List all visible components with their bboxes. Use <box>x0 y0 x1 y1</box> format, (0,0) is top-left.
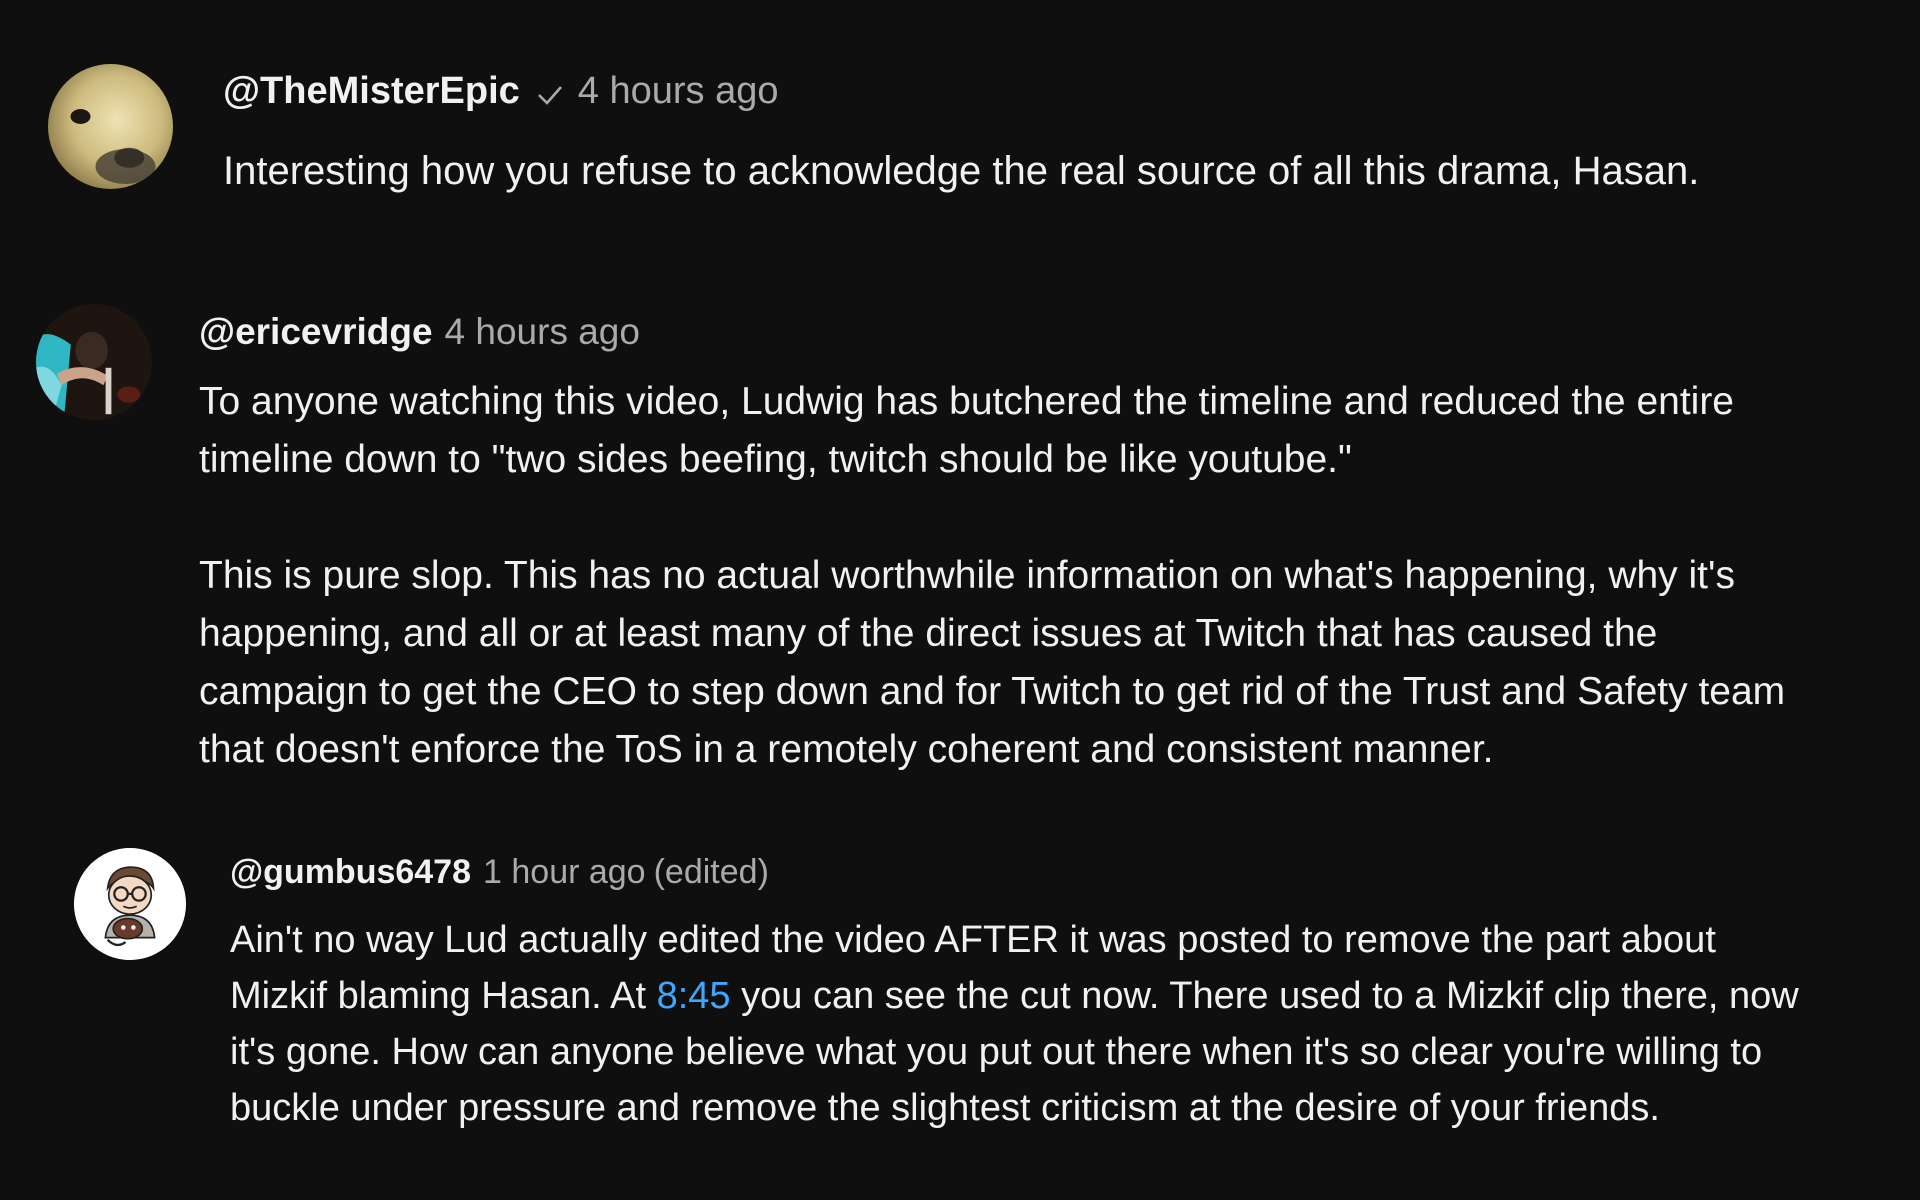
comment-header: @ericevridge 4 hours ago <box>199 311 640 353</box>
comment-text-line: To anyone watching this video, Ludwig ha… <box>199 380 1734 423</box>
comment-text-line: Interesting how you refuse to acknowledg… <box>223 149 1700 193</box>
comment-author[interactable]: @TheMisterEpic <box>223 70 520 113</box>
comment-text-segment: you can see the cut now. There used to a… <box>730 975 1799 1017</box>
comment-text-line: that doesn't enforce the ToS in a remote… <box>199 728 1494 771</box>
verified-check-icon <box>536 73 564 116</box>
comment-paragraph: This is pure slop. This has no actual wo… <box>199 547 1879 779</box>
comment-paragraph: To anyone watching this video, Ludwig ha… <box>199 373 1879 489</box>
comment-header: @TheMisterEpic 4 hours ago <box>223 70 779 113</box>
avatar-cartoon-icon <box>74 848 186 960</box>
comment-header: @gumbus6478 1 hour ago (edited) <box>230 853 769 892</box>
comment-text-line: This is pure slop. This has no actual wo… <box>199 554 1735 597</box>
comment-paragraph: Ain't no way Lud actually edited the vid… <box>230 912 1880 1136</box>
avatar[interactable] <box>48 64 173 189</box>
comment-text-line: campaign to get the CEO to step down and… <box>199 670 1786 713</box>
comment-time[interactable]: 4 hours ago <box>578 70 779 113</box>
comment-text-line: Ain't no way Lud actually edited the vid… <box>230 919 1716 961</box>
avatar[interactable] <box>74 848 186 960</box>
comment-time[interactable]: 1 hour ago <box>483 853 646 892</box>
avatar-dog-photo <box>48 64 173 189</box>
avatar[interactable] <box>36 304 152 420</box>
comment-text-line: timeline down to "two sides beefing, twi… <box>199 438 1352 481</box>
timestamp-link[interactable]: 8:45 <box>657 975 731 1017</box>
edited-label: (edited) <box>653 853 769 891</box>
comment-text-segment: Mizkif blaming Hasan. At <box>230 975 657 1017</box>
comment-text: To anyone watching this video, Ludwig ha… <box>199 373 1879 779</box>
comment-time[interactable]: 4 hours ago <box>445 311 640 353</box>
comment-text-line: buckle under pressure and remove the sli… <box>230 1087 1660 1129</box>
comment-text-line: happening, and all or at least many of t… <box>199 612 1658 655</box>
comment-text: Interesting how you refuse to acknowledg… <box>223 147 1699 195</box>
comment-text-line: it's gone. How can anyone believe what y… <box>230 1031 1763 1073</box>
comment-author[interactable]: @gumbus6478 <box>230 853 471 892</box>
comment-text: Ain't no way Lud actually edited the vid… <box>230 912 1880 1136</box>
avatar-person-photo <box>36 304 152 420</box>
comment-author[interactable]: @ericevridge <box>199 311 433 353</box>
